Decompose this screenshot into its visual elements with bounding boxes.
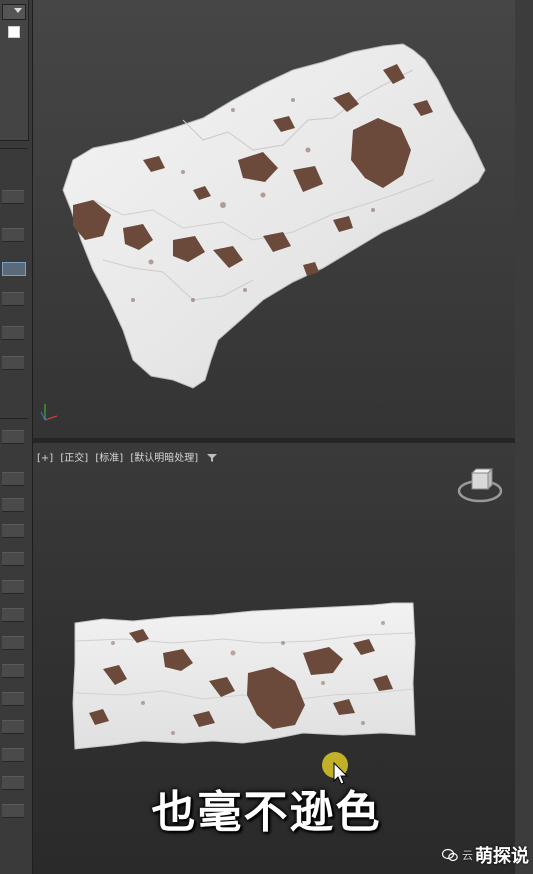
- left-command-panel: [0, 0, 33, 874]
- watermark: 云 萌探说: [442, 842, 529, 868]
- axis-gizmo-icon: [40, 404, 58, 421]
- app-window: [+] [正交] [标准] [默认明暗处理] 也毫不逊色 云 萌探说: [0, 0, 533, 874]
- panel-dropdown[interactable]: [2, 4, 26, 20]
- panel-button[interactable]: [2, 498, 24, 512]
- panel-button[interactable]: [2, 472, 24, 486]
- panel-button[interactable]: [2, 292, 24, 306]
- panel-button[interactable]: [2, 190, 24, 204]
- panel-button[interactable]: [2, 692, 24, 706]
- panel-checkbox[interactable]: [8, 26, 20, 38]
- panel-button[interactable]: [2, 524, 24, 538]
- watermark-prefix: 云: [462, 849, 473, 862]
- panel-button[interactable]: [2, 748, 24, 762]
- chevron-down-icon: [14, 8, 22, 13]
- panel-button[interactable]: [2, 430, 24, 444]
- panel-button[interactable]: [2, 552, 24, 566]
- panel-button[interactable]: [2, 356, 24, 370]
- right-scroll-strip[interactable]: [514, 0, 533, 874]
- wechat-icon: [442, 848, 458, 862]
- watermark-brand: 萌探说: [475, 846, 529, 867]
- divider: [0, 148, 28, 149]
- panel-button[interactable]: [2, 636, 24, 650]
- panel-button[interactable]: [2, 326, 24, 340]
- panel-button[interactable]: [2, 228, 24, 242]
- left-panel-header: [0, 0, 29, 141]
- panel-button[interactable]: [2, 580, 24, 594]
- panel-button-active[interactable]: [2, 262, 26, 276]
- top-viewport[interactable]: [33, 0, 515, 439]
- panel-button[interactable]: [2, 608, 24, 622]
- video-subtitle: 也毫不逊色: [151, 787, 382, 838]
- panel-button[interactable]: [2, 720, 24, 734]
- panel-button[interactable]: [2, 664, 24, 678]
- divider: [0, 418, 28, 419]
- terrain-mesh-perspective: [62, 43, 486, 389]
